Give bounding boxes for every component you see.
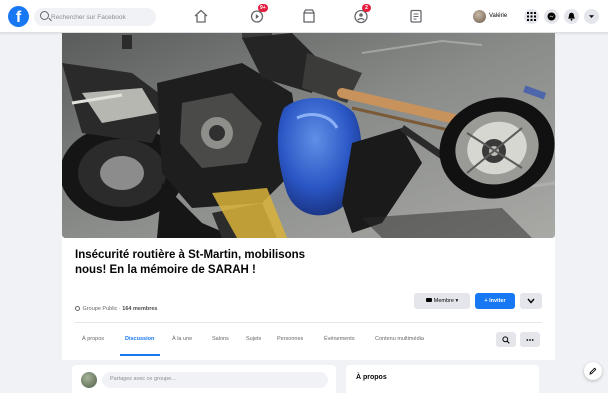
facebook-logo[interactable]: f bbox=[8, 6, 29, 27]
tab-people[interactable]: Personnes bbox=[277, 336, 303, 342]
tab-discussion[interactable]: Discussion bbox=[125, 336, 154, 342]
notifications-button[interactable] bbox=[564, 9, 579, 24]
tab-topics[interactable]: Sujets bbox=[246, 336, 261, 342]
group-member-count[interactable]: 164 membres bbox=[122, 306, 157, 312]
video-notification-badge: 9+ bbox=[258, 4, 268, 12]
member-button-label: Membre bbox=[433, 298, 454, 304]
messenger-icon bbox=[547, 12, 556, 21]
group-tabs: À propos Discussion À la une Salons Suje… bbox=[62, 326, 555, 356]
caret-down-icon: ▾ bbox=[455, 298, 459, 304]
more-options-button[interactable] bbox=[520, 293, 542, 309]
compose-icon bbox=[589, 367, 597, 375]
profile-avatar bbox=[473, 10, 486, 23]
messenger-button[interactable] bbox=[544, 9, 559, 24]
tab-events[interactable]: Événements bbox=[324, 336, 355, 342]
home-icon[interactable] bbox=[193, 8, 209, 24]
group-cover-photo bbox=[62, 33, 555, 238]
group-privacy: Groupe Public bbox=[82, 306, 118, 312]
member-button[interactable]: Membre ▾ bbox=[414, 293, 470, 309]
menu-grid-button[interactable] bbox=[524, 9, 539, 24]
more-dots-icon bbox=[526, 339, 534, 341]
search-bar[interactable] bbox=[34, 8, 156, 26]
composer-avatar bbox=[81, 372, 97, 388]
video-icon[interactable]: 9+ bbox=[249, 4, 268, 24]
gaming-icon[interactable] bbox=[408, 8, 424, 24]
members-icon bbox=[425, 298, 432, 302]
invite-button[interactable]: + Inviter bbox=[475, 293, 515, 309]
groups-icon[interactable]: 2 bbox=[353, 4, 371, 24]
about-card: À propos bbox=[346, 365, 539, 393]
group-search-button[interactable] bbox=[496, 332, 516, 347]
profile-name: Valérie bbox=[489, 13, 508, 19]
tab-rooms[interactable]: Salons bbox=[212, 336, 229, 342]
bell-icon bbox=[568, 12, 575, 21]
motorcycle-crash-illustration bbox=[62, 33, 555, 238]
composer-placeholder: Partagez avec ce groupe... bbox=[110, 376, 176, 382]
globe-icon bbox=[75, 306, 80, 311]
tab-more-button[interactable] bbox=[520, 332, 540, 347]
caret-down-icon bbox=[589, 15, 594, 18]
group-meta: Groupe Public · 164 membres bbox=[75, 306, 157, 312]
active-tab-indicator bbox=[120, 354, 160, 356]
tab-media[interactable]: Contenu multimédia bbox=[375, 336, 424, 342]
header-divider bbox=[75, 322, 542, 323]
search-input[interactable] bbox=[51, 10, 151, 24]
tab-about[interactable]: À propos bbox=[82, 336, 104, 342]
group-title: Insécurité routière à St-Martin, mobilis… bbox=[75, 249, 306, 276]
search-icon bbox=[502, 336, 510, 344]
marketplace-icon[interactable] bbox=[301, 8, 317, 24]
grid-icon bbox=[527, 12, 536, 21]
tab-featured[interactable]: À la une bbox=[172, 336, 192, 342]
search-icon bbox=[40, 11, 49, 20]
post-composer: Partagez avec ce groupe... bbox=[72, 365, 336, 393]
about-card-title: À propos bbox=[356, 374, 387, 381]
groups-notification-badge: 2 bbox=[362, 4, 371, 12]
composer-input[interactable]: Partagez avec ce groupe... bbox=[102, 372, 328, 388]
chevron-down-icon bbox=[527, 298, 535, 304]
top-navigation-bar: f 9+ 2 Valérie bbox=[0, 0, 608, 33]
new-message-button[interactable] bbox=[584, 362, 602, 380]
account-menu-button[interactable] bbox=[584, 9, 599, 24]
group-header: Insécurité routière à St-Martin, mobilis… bbox=[62, 238, 555, 360]
